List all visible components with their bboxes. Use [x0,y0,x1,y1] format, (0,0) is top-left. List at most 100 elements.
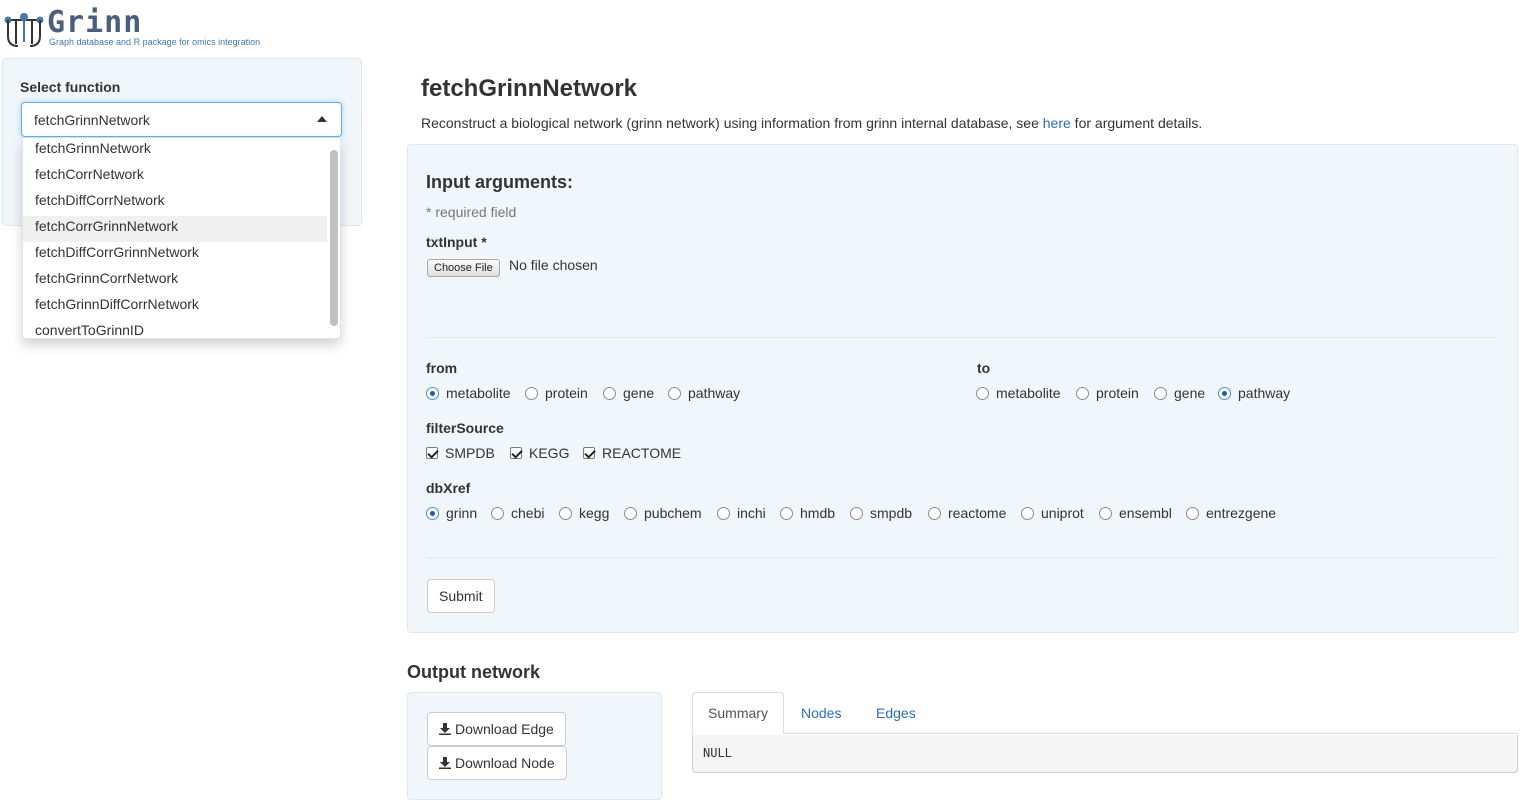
dropdown-option[interactable]: fetchCorrNetwork [23,164,327,190]
option-label: grinn [446,505,478,521]
dropdown-option[interactable]: fetchGrinnDiffCorrNetwork [23,294,327,320]
dropdown-option[interactable]: fetchGrinnCorrNetwork [23,268,327,294]
dbxref-option-kegg[interactable]: kegg [559,504,609,522]
divider [426,337,1498,338]
checkbox-checked[interactable] [426,447,438,459]
option-label: ensembl [1119,505,1172,521]
description-text-end: for argument details. [1070,115,1203,131]
to-label: to [977,360,991,376]
radio[interactable] [624,507,637,520]
dbxref-option-grinn[interactable]: grinn [426,504,477,522]
option-label: metabolite [996,385,1061,401]
option-label: KEGG [529,445,570,461]
required-field-note: * required field [426,204,517,220]
logo-subtitle: Graph database and R package for omics i… [49,37,261,47]
from-option-metabolite[interactable]: metabolite [426,384,511,402]
dbxref-option-chebi[interactable]: chebi [491,504,544,522]
description-text: Reconstruct a biological network (grinn … [421,115,1043,131]
radio[interactable] [1154,387,1167,400]
dropdown-option[interactable]: fetchGrinnNetwork [23,138,327,164]
radio[interactable] [668,387,681,400]
option-label: pathway [1238,385,1291,401]
radio[interactable] [1186,507,1199,520]
input-arguments-heading: Input arguments: [426,172,573,192]
option-label: metabolite [446,385,511,401]
dbxref-option-reactome[interactable]: reactome [928,504,1006,522]
tabs-underline [691,733,1518,734]
download-icon [439,723,451,735]
to-option-pathway[interactable]: pathway [1218,384,1290,402]
option-label: gene [1174,385,1206,401]
filter-reactome-checkbox[interactable]: REACTOME [583,444,681,462]
dropdown-option[interactable]: convertToGrinnID [23,320,327,338]
filter-smpdb-checkbox[interactable]: SMPDB [426,444,495,462]
radio[interactable] [1099,507,1112,520]
download-icon [439,757,451,769]
summary-output: NULL [692,735,1518,773]
to-option-metabolite[interactable]: metabolite [976,384,1061,402]
dropdown-option[interactable]: fetchDiffCorrGrinnNetwork [23,242,327,268]
radio[interactable] [717,507,730,520]
filter-kegg-checkbox[interactable]: KEGG [510,444,569,462]
tab-nodes[interactable]: Nodes [801,705,841,721]
checkbox-checked[interactable] [583,447,595,459]
download-edge-button[interactable]: Download Edge [427,712,566,746]
option-label: pubchem [644,505,702,521]
checkbox-checked[interactable] [510,447,522,459]
radio[interactable] [850,507,863,520]
option-label: chebi [511,505,545,521]
radio-selected[interactable] [426,387,439,400]
dbxref-option-hmdb[interactable]: hmdb [780,504,835,522]
radio[interactable] [525,387,538,400]
from-option-pathway[interactable]: pathway [668,384,740,402]
choose-file-button[interactable]: Choose File [427,259,500,277]
dbxref-option-entrezgene[interactable]: entrezgene [1186,504,1276,522]
file-status-text: No file chosen [509,257,598,273]
from-option-protein[interactable]: protein [525,384,588,402]
radio[interactable] [559,507,572,520]
from-label: from [426,360,458,376]
page-title: fetchGrinnNetwork [421,75,638,102]
radio[interactable] [780,507,793,520]
radio[interactable] [491,507,504,520]
page-description: Reconstruct a biological network (grinn … [421,115,1202,131]
download-edge-label: Download Edge [455,721,554,737]
radio[interactable] [1021,507,1034,520]
from-option-gene[interactable]: gene [603,384,654,402]
download-node-button[interactable]: Download Node [427,746,567,780]
filter-source-label: filterSource [426,420,504,436]
to-option-protein[interactable]: protein [1076,384,1139,402]
radio[interactable] [603,387,616,400]
caret-up-icon[interactable] [317,116,327,122]
option-label: REACTOME [602,445,682,461]
dbxref-option-uniprot[interactable]: uniprot [1021,504,1084,522]
dbxref-option-smpdb[interactable]: smpdb [850,504,912,522]
tab-edges[interactable]: Edges [876,705,916,721]
dropdown-option-highlighted[interactable]: fetchCorrGrinnNetwork [23,216,327,242]
function-select-value[interactable]: fetchGrinnNetwork [34,112,150,128]
dbxref-label: dbXref [426,480,471,496]
function-dropdown[interactable]: fetchGrinnNetwork fetchCorrNetwork fetch… [22,138,341,339]
logo-title: Grinn [47,5,143,40]
option-label: reactome [948,505,1007,521]
dbxref-option-ensembl[interactable]: ensembl [1099,504,1172,522]
radio[interactable] [976,387,989,400]
radio-selected[interactable] [1218,387,1231,400]
function-select[interactable]: fetchGrinnNetwork [21,102,342,137]
argument-details-link[interactable]: here [1043,115,1071,131]
dbxref-option-pubchem[interactable]: pubchem [624,504,702,522]
option-label: kegg [579,505,610,521]
divider [426,557,1498,558]
tab-summary[interactable]: Summary [692,692,784,734]
dropdown-option[interactable]: fetchDiffCorrNetwork [23,190,327,216]
submit-button[interactable]: Submit [427,579,495,613]
to-option-gene[interactable]: gene [1154,384,1205,402]
option-label: inchi [737,505,766,521]
option-label: protein [545,385,588,401]
dbxref-option-inchi[interactable]: inchi [717,504,766,522]
radio-selected[interactable] [426,507,439,520]
radio[interactable] [1076,387,1089,400]
option-label: gene [623,385,655,401]
radio[interactable] [928,507,941,520]
dropdown-scrollbar[interactable] [330,150,338,326]
